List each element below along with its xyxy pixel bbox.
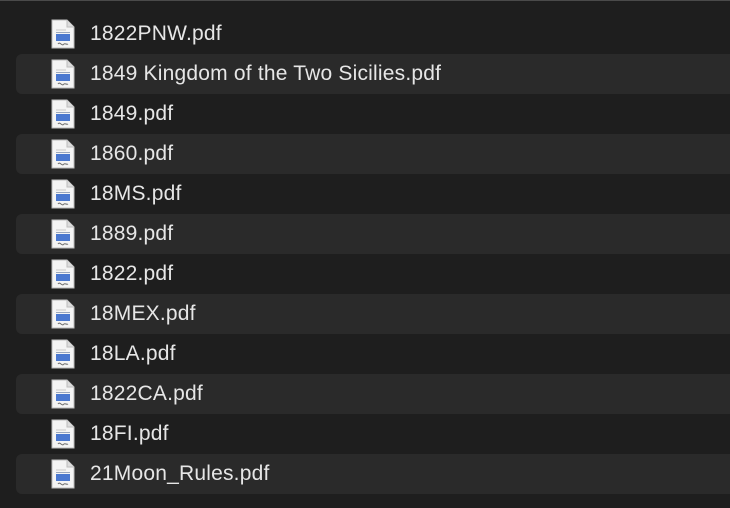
- finder-window: 1822PNW.pdf 1849 Kingdom of the Two Sicil…: [0, 0, 730, 508]
- pdf-document-icon: [51, 459, 75, 489]
- file-row[interactable]: 18MS.pdf: [16, 174, 730, 214]
- file-row[interactable]: 1822PNW.pdf: [16, 14, 730, 54]
- file-name: 1849.pdf: [90, 102, 174, 125]
- pdf-document-icon: [51, 259, 75, 289]
- pdf-document-icon: [51, 19, 75, 49]
- pdf-document-icon: [51, 419, 75, 449]
- file-name: 18FI.pdf: [90, 422, 169, 445]
- file-row[interactable]: 1822.pdf: [16, 254, 730, 294]
- pdf-document-icon: [51, 379, 75, 409]
- file-name: 18MS.pdf: [90, 182, 182, 205]
- file-name: 1822PNW.pdf: [90, 22, 222, 45]
- pdf-document-icon: [51, 339, 75, 369]
- file-name: 1822.pdf: [90, 262, 174, 285]
- pdf-document-icon: [51, 99, 75, 129]
- pdf-document-icon: [51, 299, 75, 329]
- file-list: 1822PNW.pdf 1849 Kingdom of the Two Sicil…: [16, 14, 730, 494]
- file-name: 1860.pdf: [90, 142, 174, 165]
- file-name: 1849 Kingdom of the Two Sicilies.pdf: [90, 62, 442, 85]
- pdf-document-icon: [51, 179, 75, 209]
- file-row[interactable]: 1849.pdf: [16, 94, 730, 134]
- file-name: 1889.pdf: [90, 222, 174, 245]
- pdf-document-icon: [51, 219, 75, 249]
- file-row[interactable]: 1822CA.pdf: [16, 374, 730, 414]
- file-name: 18MEX.pdf: [90, 302, 196, 325]
- file-row[interactable]: 18MEX.pdf: [16, 294, 730, 334]
- pdf-document-icon: [51, 139, 75, 169]
- file-row[interactable]: 1849 Kingdom of the Two Sicilies.pdf: [16, 54, 730, 94]
- pdf-document-icon: [51, 59, 75, 89]
- file-row[interactable]: 1889.pdf: [16, 214, 730, 254]
- divider: [0, 0, 730, 1]
- file-row[interactable]: 18FI.pdf: [16, 414, 730, 454]
- file-row[interactable]: 18LA.pdf: [16, 334, 730, 374]
- file-row[interactable]: 21Moon_Rules.pdf: [16, 454, 730, 494]
- file-name: 18LA.pdf: [90, 342, 176, 365]
- file-row[interactable]: 1860.pdf: [16, 134, 730, 174]
- file-name: 21Moon_Rules.pdf: [90, 462, 270, 485]
- file-name: 1822CA.pdf: [90, 382, 203, 405]
